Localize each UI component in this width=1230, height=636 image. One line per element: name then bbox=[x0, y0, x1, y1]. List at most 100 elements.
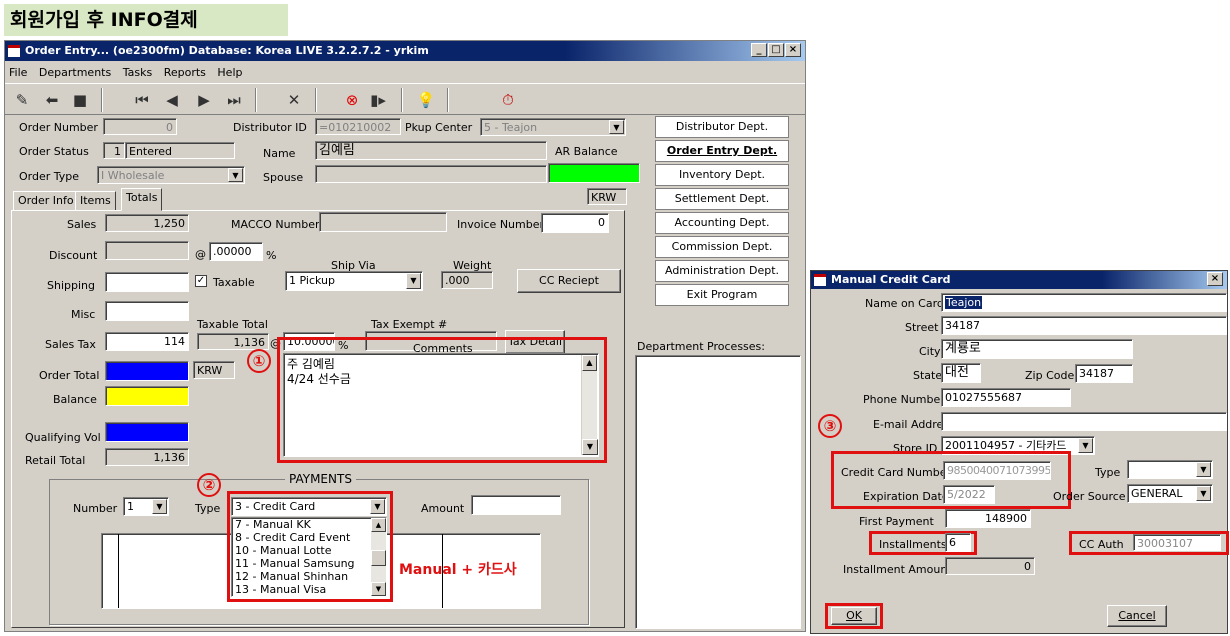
city-field[interactable]: 계룡로 bbox=[941, 339, 1133, 359]
qualifying-vol-field bbox=[105, 422, 189, 442]
chevron-down-icon[interactable]: ▼ bbox=[609, 120, 624, 134]
dept-inventory[interactable]: Inventory Dept. bbox=[655, 164, 789, 186]
payment-amount-field[interactable] bbox=[471, 495, 561, 515]
dept-processes-label: Department Processes: bbox=[637, 340, 765, 353]
scroll-down-icon[interactable]: ▼ bbox=[582, 439, 598, 455]
menu-departments[interactable]: Departments bbox=[35, 63, 115, 82]
dept-order-entry[interactable]: Order Entry Dept. bbox=[655, 140, 789, 162]
chevron-down-icon[interactable]: ▼ bbox=[1078, 438, 1093, 453]
cc-receipt-button[interactable]: CC Reciept bbox=[517, 269, 621, 293]
cancel-button[interactable]: Cancel bbox=[1107, 605, 1167, 627]
scroll-up-icon[interactable]: ▲ bbox=[582, 355, 597, 371]
chevron-down-icon[interactable]: ▼ bbox=[152, 499, 167, 514]
menu-file[interactable]: File bbox=[5, 63, 31, 82]
dept-commission[interactable]: Commission Dept. bbox=[655, 236, 789, 258]
cc-type-select[interactable]: ▼ bbox=[1127, 460, 1213, 479]
phone-number-field[interactable]: 01027555687 bbox=[941, 388, 1071, 407]
tab-totals[interactable]: Totals bbox=[121, 188, 163, 211]
chevron-down-icon[interactable]: ▼ bbox=[406, 273, 421, 289]
payment-number-select[interactable]: 1 ▼ bbox=[123, 497, 169, 516]
pkup-center-label: Pkup Center bbox=[405, 121, 473, 134]
order-source-select[interactable]: GENERAL ▼ bbox=[1127, 484, 1213, 503]
taxable-label: Taxable bbox=[213, 276, 255, 289]
misc-field[interactable] bbox=[105, 301, 189, 321]
pkup-center-select[interactable]: 5 - Teajon ▼ bbox=[480, 118, 626, 136]
delete-icon[interactable]: ✕ bbox=[281, 87, 307, 113]
order-source-label: Order Source bbox=[1053, 490, 1126, 503]
stop-icon[interactable]: ⊗ bbox=[339, 87, 365, 113]
comments-scrollbar[interactable]: ▲ ▼ bbox=[581, 355, 598, 455]
step-marker-1: ① bbox=[247, 349, 271, 373]
clock-icon[interactable]: ⏱ bbox=[495, 87, 521, 113]
name-field[interactable]: 김예림 bbox=[315, 141, 547, 160]
name-on-card-field[interactable]: Teajon bbox=[941, 293, 1227, 312]
chevron-down-icon[interactable]: ▼ bbox=[1196, 462, 1211, 477]
menu-bar: File Departments Tasks Reports Help bbox=[5, 63, 805, 83]
close-button[interactable]: × bbox=[785, 43, 801, 57]
zip-code-field[interactable]: 34187 bbox=[1075, 364, 1133, 383]
dept-administration[interactable]: Administration Dept. bbox=[655, 260, 789, 282]
save-icon[interactable]: ■ bbox=[67, 87, 93, 113]
email-field[interactable] bbox=[941, 412, 1227, 431]
step-marker-3: ③ bbox=[818, 414, 842, 438]
shipping-label: Shipping bbox=[47, 279, 95, 292]
discount-field[interactable] bbox=[105, 241, 189, 260]
balance-field bbox=[105, 386, 189, 406]
balance-label: Balance bbox=[53, 393, 97, 406]
taxable-total-label: Taxable Total bbox=[197, 318, 268, 331]
invoice-field[interactable]: 0 bbox=[541, 213, 609, 233]
step-marker-2: ② bbox=[197, 473, 221, 497]
menu-reports[interactable]: Reports bbox=[160, 63, 210, 82]
ok-button[interactable]: OK bbox=[831, 607, 877, 625]
chevron-down-icon[interactable]: ▼ bbox=[228, 168, 243, 182]
spouse-field[interactable] bbox=[315, 165, 547, 183]
last-record-icon[interactable]: ⏭ bbox=[221, 87, 247, 113]
dept-exit-program[interactable]: Exit Program bbox=[655, 284, 789, 306]
installment-amount-label: Installment Amount bbox=[843, 563, 952, 576]
menu-tasks[interactable]: Tasks bbox=[119, 63, 156, 82]
ship-via-select[interactable]: 1 Pickup ▼ bbox=[285, 271, 423, 291]
dept-accounting[interactable]: Accounting Dept. bbox=[655, 212, 789, 234]
prev-record-icon[interactable]: ◀ bbox=[159, 87, 185, 113]
back-icon[interactable]: ⬅ bbox=[39, 87, 65, 113]
sales-tax-field[interactable]: 114 bbox=[105, 332, 189, 351]
street-field[interactable]: 34187 bbox=[941, 316, 1227, 335]
minimize-button[interactable]: _ bbox=[751, 43, 767, 57]
first-payment-field[interactable]: 148900 bbox=[945, 509, 1031, 528]
new-order-icon[interactable]: ✎ bbox=[9, 87, 35, 113]
dept-distributor[interactable]: Distributor Dept. bbox=[655, 116, 789, 138]
toolbar: ✎ ⬅ ■ ⏮ ◀ ▶ ⏭ ✕ ⊗ ▮▸ 💡 ⏱ bbox=[5, 83, 805, 115]
tab-order-info[interactable]: Order Info bbox=[13, 191, 79, 211]
exit-door-icon[interactable]: ▮▸ bbox=[365, 87, 391, 113]
macco-label: MACCO Number bbox=[231, 218, 320, 231]
distributor-id-field[interactable]: =010210002 bbox=[315, 118, 401, 135]
dept-processes-list[interactable] bbox=[635, 355, 801, 629]
expiration-date-field[interactable]: 5/2022 bbox=[943, 485, 995, 504]
order-number-field[interactable]: 0 bbox=[103, 118, 177, 135]
order-type-label: Order Type bbox=[19, 170, 80, 183]
tab-items[interactable]: Items bbox=[75, 191, 116, 211]
installments-field[interactable]: 6 bbox=[945, 533, 971, 552]
menu-help[interactable]: Help bbox=[213, 63, 246, 82]
cc-auth-field[interactable]: 30003107 bbox=[1133, 534, 1221, 551]
chevron-down-icon[interactable]: ▼ bbox=[1196, 486, 1211, 501]
help-bulb-icon[interactable]: 💡 bbox=[413, 87, 439, 113]
qualifying-vol-label: Qualifying Vol bbox=[25, 431, 101, 444]
state-field[interactable]: 대전 bbox=[941, 363, 981, 383]
dept-settlement[interactable]: Settlement Dept. bbox=[655, 188, 789, 210]
discount-pct-sign: % bbox=[266, 249, 277, 262]
manual-card-annotation: Manual + 카드사 bbox=[399, 562, 517, 578]
maximize-button[interactable]: □ bbox=[768, 43, 784, 57]
taxable-checkbox[interactable]: ✓ bbox=[195, 275, 207, 287]
discount-pct-field[interactable]: .00000 bbox=[209, 242, 263, 261]
next-record-icon[interactable]: ▶ bbox=[191, 87, 217, 113]
shipping-field[interactable] bbox=[105, 272, 189, 292]
dialog-close-button[interactable]: × bbox=[1207, 272, 1223, 286]
weight-field: .000 bbox=[441, 271, 493, 289]
dialog-app-icon bbox=[814, 274, 826, 286]
order-type-select[interactable]: I Wholesale ▼ bbox=[97, 166, 245, 184]
app-icon bbox=[8, 45, 20, 57]
first-record-icon[interactable]: ⏮ bbox=[129, 87, 155, 113]
comments-textarea[interactable]: 주 김예림 4/24 선수금 ▲ ▼ bbox=[283, 353, 599, 457]
cc-number-field[interactable]: 9850040071073995 bbox=[943, 461, 1051, 480]
